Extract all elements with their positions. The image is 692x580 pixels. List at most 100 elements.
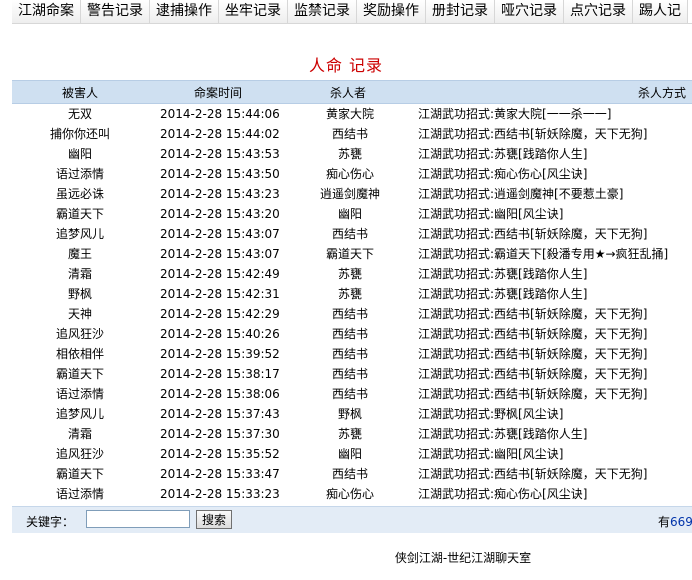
cell-killer: 西结书: [331, 367, 368, 381]
table-row: 霸道天下 2014-2-28 15:43:20 幽阳 江湖武功招式:幽阳[风尘诀]: [12, 204, 692, 224]
cell-method: 江湖武功招式:痴心伤心[风尘诀]: [418, 487, 588, 501]
cell-method: 江湖武功招式:西结书[斩妖除魔，天下无狗]: [418, 467, 648, 481]
cell-time: 2014-2-28 15:43:53: [160, 147, 280, 161]
copyright-text: 侠剑江湖-世纪江湖聊天室: [394, 551, 532, 565]
table-row: 语过添情 2014-2-28 15:33:23 痴心伤心 江湖武功招式:痴心伤心[风尘…: [12, 484, 692, 504]
cell-killer: 西结书: [331, 467, 368, 481]
cell-method: 江湖武功招式:苏甕[践踏你人生]: [418, 287, 588, 301]
cell-victim: 捕你你还叫: [49, 127, 110, 141]
cell-killer: 黄家大院: [325, 107, 374, 121]
cell-method: 江湖武功招式:西结书[斩妖除魔，天下无狗]: [418, 127, 648, 141]
cell-killer: 霸道天下: [325, 247, 374, 261]
tab-3[interactable]: 坐牢记录: [219, 0, 288, 23]
cell-victim: 霸道天下: [55, 207, 104, 221]
table-row: 相依相伴 2014-2-28 15:39:52 西结书 江湖武功招式:西结书[斩妖除魔…: [12, 344, 692, 364]
tab-8[interactable]: 点穴记录: [564, 0, 633, 23]
page-title-text: 人命 记录: [308, 56, 384, 75]
tab-bar: 江湖命案 警告记录 逮捕操作 坐牢记录 监禁记录 奖励操作 册封记录 哑穴记录 点穴记录 踢人记: [12, 0, 692, 24]
cell-killer: 苏甕: [337, 267, 362, 281]
cell-victim: 虽远必诛: [55, 187, 104, 201]
cell-time: 2014-2-28 15:39:52: [160, 347, 280, 361]
cell-method: 江湖武功招式:野枫[风尘诀]: [418, 407, 564, 421]
cell-time: 2014-2-28 15:44:02: [160, 127, 280, 141]
table-row: 追风狂沙 2014-2-28 15:40:26 西结书 江湖武功招式:西结书[斩妖除魔…: [12, 324, 692, 344]
cell-killer: 苏甕: [337, 287, 362, 301]
cell-killer: 苏甕: [337, 427, 362, 441]
page-title: 人命 记录: [0, 52, 692, 76]
tab-4[interactable]: 监禁记录: [288, 0, 357, 23]
cell-method: 江湖武功招式:西结书[斩妖除魔，天下无狗]: [418, 367, 648, 381]
table-row: 清霜 2014-2-28 15:42:49 苏甕 江湖武功招式:苏甕[践踏你人生]: [12, 264, 692, 284]
cell-killer: 西结书: [331, 307, 368, 321]
search-bar: 关键字： 搜索 有669条: [12, 506, 692, 533]
cell-killer: 幽阳: [337, 207, 362, 221]
cell-victim: 魔王: [67, 247, 92, 261]
cell-time: 2014-2-28 15:37:30: [160, 427, 280, 441]
tab-7[interactable]: 哑穴记录: [495, 0, 564, 23]
table-row: 清霜 2014-2-28 15:37:30 苏甕 江湖武功招式:苏甕[践踏你人生]: [12, 424, 692, 444]
cell-victim: 语过添情: [55, 167, 104, 181]
cell-killer: 痴心伤心: [325, 167, 374, 181]
cell-method: 江湖武功招式:黄家大院[一一杀一一]: [418, 107, 612, 121]
cell-killer: 西结书: [331, 327, 368, 341]
cell-time: 2014-2-28 15:43:23: [160, 187, 280, 201]
tab-9[interactable]: 踢人记: [633, 0, 688, 23]
cell-method: 江湖武功招式:痴心伤心[风尘诀]: [418, 167, 588, 181]
cell-time: 2014-2-28 15:43:20: [160, 207, 280, 221]
cell-method: 江湖武功招式:幽阳[风尘诀]: [418, 207, 564, 221]
cell-killer: 痴心伤心: [325, 487, 374, 501]
search-label: 关键字：: [26, 515, 75, 529]
cell-method: 江湖武功招式:逍遥剑魔神[不要惹土豪]: [418, 187, 624, 201]
table-row: 霸道天下 2014-2-28 15:33:47 西结书 江湖武功招式:西结书[斩妖除魔…: [12, 464, 692, 484]
cell-method: 江湖武功招式:幽阳[风尘诀]: [418, 447, 564, 461]
cell-time: 2014-2-28 15:44:06: [160, 107, 280, 121]
cell-victim: 清霜: [67, 267, 92, 281]
cell-method: 江湖武功招式:西结书[斩妖除魔，天下无狗]: [418, 327, 648, 341]
cell-time: 2014-2-28 15:33:23: [160, 487, 280, 501]
cell-victim: 霸道天下: [55, 467, 104, 481]
table-row: 魔王 2014-2-28 15:43:07 霸道天下 江湖武功招式:霸道天下[殺潘专用…: [12, 244, 692, 264]
cell-time: 2014-2-28 15:35:52: [160, 447, 280, 461]
cell-victim: 追风狂沙: [55, 327, 104, 341]
table-row: 虽远必诛 2014-2-28 15:43:23 逍遥剑魔神 江湖武功招式:逍遥剑魔神[…: [12, 184, 692, 204]
tab-2[interactable]: 逮捕操作: [150, 0, 219, 23]
tab-0[interactable]: 江湖命案: [12, 0, 81, 23]
record-count-value: 669条: [670, 515, 692, 529]
table-row: 霸道天下 2014-2-28 15:38:17 西结书 江湖武功招式:西结书[斩妖除魔…: [12, 364, 692, 384]
column-header-method: 杀人方式: [638, 86, 687, 100]
tab-5[interactable]: 奖励操作: [357, 0, 426, 23]
table-row: 野枫 2014-2-28 15:42:31 苏甕 江湖武功招式:苏甕[践踏你人生]: [12, 284, 692, 304]
cell-method: 江湖武功招式:苏甕[践踏你人生]: [418, 427, 588, 441]
tab-6[interactable]: 册封记录: [426, 0, 495, 23]
cell-victim: 语过添情: [55, 487, 104, 501]
cell-victim: 追梦风儿: [55, 407, 104, 421]
tab-1[interactable]: 警告记录: [81, 0, 150, 23]
cell-victim: 无双: [67, 107, 92, 121]
cell-time: 2014-2-28 15:42:31: [160, 287, 280, 301]
cell-time: 2014-2-28 15:42:29: [160, 307, 280, 321]
cell-victim: 霸道天下: [55, 367, 104, 381]
table-row: 追梦风儿 2014-2-28 15:43:07 西结书 江湖武功招式:西结书[斩妖除魔…: [12, 224, 692, 244]
cell-killer: 西结书: [331, 227, 368, 241]
cell-victim: 追梦风儿: [55, 227, 104, 241]
cell-victim: 天神: [67, 307, 92, 321]
records-table: 被害人 命案时间 杀人者 杀人方式 无双 2014-2-28 15:44:06 黄家…: [12, 80, 692, 504]
cell-victim: 清霜: [67, 427, 92, 441]
cell-time: 2014-2-28 15:43:07: [160, 227, 280, 241]
cell-killer: 野枫: [337, 407, 362, 421]
cell-victim: 语过添情: [55, 387, 104, 401]
cell-method: 江湖武功招式:苏甕[践踏你人生]: [418, 147, 588, 161]
table-row: 无双 2014-2-28 15:44:06 黄家大院 江湖武功招式:黄家大院[一一杀一…: [12, 104, 692, 124]
cell-time: 2014-2-28 15:33:47: [160, 467, 280, 481]
table-row: 天神 2014-2-28 15:42:29 西结书 江湖武功招式:西结书[斩妖除魔，天…: [12, 304, 692, 324]
cell-method: 江湖武功招式:苏甕[践踏你人生]: [418, 267, 588, 281]
record-count: 有669条: [658, 513, 692, 530]
table-row: 捕你你还叫 2014-2-28 15:44:02 西结书 江湖武功招式:西结书[斩妖除…: [12, 124, 692, 144]
cell-method: 江湖武功招式:西结书[斩妖除魔，天下无狗]: [418, 307, 648, 321]
cell-time: 2014-2-28 15:43:07: [160, 247, 280, 261]
cell-killer: 逍遥剑魔神: [319, 187, 380, 201]
search-input[interactable]: [86, 510, 190, 528]
cell-time: 2014-2-28 15:40:26: [160, 327, 280, 341]
search-button[interactable]: 搜索: [196, 510, 233, 529]
cell-victim: 幽阳: [67, 147, 92, 161]
